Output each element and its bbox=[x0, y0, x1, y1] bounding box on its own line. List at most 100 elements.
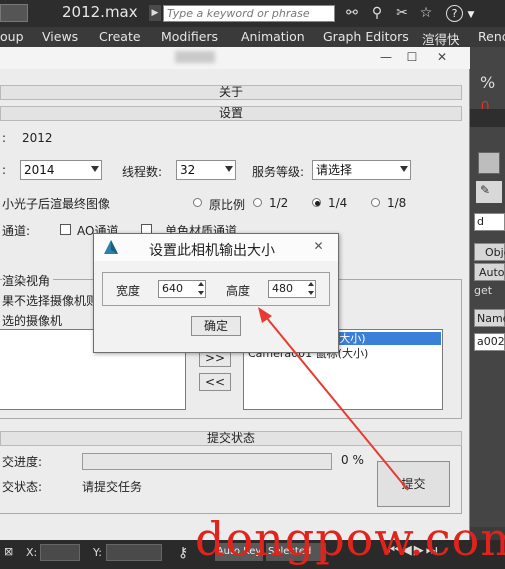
height-label: 高度 bbox=[226, 284, 251, 298]
search-input[interactable]: Type a keyword or phrase bbox=[163, 5, 335, 22]
object-name-text: a002 bbox=[477, 335, 505, 348]
ratio-label-1: 1/2 bbox=[269, 196, 289, 210]
spinner-up-icon[interactable] bbox=[308, 282, 314, 286]
menu-item-modifiers[interactable]: Modifiers bbox=[161, 29, 218, 44]
ratio-radio-3[interactable] bbox=[371, 198, 380, 207]
progress-value: 0 % bbox=[341, 453, 364, 467]
section-settings[interactable]: 设置 bbox=[0, 106, 462, 121]
menu-item-views[interactable]: Views bbox=[42, 29, 78, 44]
version-value: 2012 bbox=[22, 131, 53, 145]
threads-value: 32 bbox=[180, 163, 196, 177]
photon-label: 小光子后渲最终图像 bbox=[2, 197, 111, 211]
camera-output-size-dialog: 设置此相机输出大小 ✕ 宽度 640 高度 480 确定 bbox=[93, 233, 339, 353]
search-arrow-icon[interactable]: ▶ bbox=[149, 5, 161, 21]
menu-item-render-plugin[interactable]: 渲得快 bbox=[422, 29, 460, 48]
watermark-text: dongpow.com bbox=[195, 512, 505, 566]
dialog-close-button[interactable]: ✕ bbox=[306, 237, 331, 255]
x-coordinate-field[interactable] bbox=[40, 544, 80, 561]
minimize-button[interactable]: — bbox=[374, 49, 398, 65]
lights-icon[interactable]: ✎ bbox=[476, 181, 502, 203]
ao-checkbox[interactable] bbox=[60, 224, 71, 235]
version-label: : bbox=[2, 131, 7, 145]
binoculars-icon[interactable]: ⚯ bbox=[342, 4, 362, 22]
ratio-radio-2[interactable] bbox=[312, 198, 321, 207]
section-about[interactable]: 关于 bbox=[0, 85, 462, 100]
create-tab[interactable] bbox=[478, 152, 500, 174]
object-name-field[interactable]: a002 bbox=[474, 333, 505, 351]
app-menu-button[interactable] bbox=[0, 4, 28, 22]
star-icon[interactable]: ☆ bbox=[416, 4, 436, 22]
tool-icon[interactable]: ⚲ bbox=[367, 4, 387, 22]
key-icon[interactable]: ⚷ bbox=[178, 545, 188, 561]
auto-grid-label: Auto bbox=[479, 266, 505, 279]
spinner-down-icon[interactable] bbox=[308, 291, 314, 295]
auto-grid-checkbox[interactable]: Auto bbox=[474, 263, 505, 281]
progress-label: 交进度: bbox=[2, 455, 43, 469]
menu-item-graph-editors[interactable]: Graph Editors bbox=[323, 29, 409, 44]
command-panel: % ∩ ✎ d Obje Auto get Name a002 bbox=[470, 47, 505, 527]
help-icon: ? bbox=[446, 5, 463, 22]
menu-item-group[interactable]: oup bbox=[0, 29, 24, 44]
menu-item-animation[interactable]: Animation bbox=[241, 29, 305, 44]
blurred-title bbox=[175, 51, 215, 63]
service-level-value: 请选择 bbox=[316, 163, 353, 177]
help-button[interactable]: ? ▼ bbox=[446, 4, 476, 22]
chevron-down-icon bbox=[400, 166, 408, 172]
x-label: X: bbox=[26, 546, 38, 559]
render-view-label: 渲染视角 bbox=[2, 272, 54, 289]
width-label: 宽度 bbox=[116, 284, 141, 298]
menu-item-create[interactable]: Create bbox=[99, 29, 141, 44]
close-button[interactable]: ✕ bbox=[430, 49, 454, 65]
submit-button[interactable]: 提交 bbox=[377, 461, 450, 507]
menu-item-rendering[interactable]: Renc bbox=[478, 29, 505, 44]
spinner-down-icon[interactable] bbox=[198, 291, 204, 295]
lock-icon[interactable]: ⊠ bbox=[4, 545, 13, 558]
threads-label: 线程数: bbox=[122, 165, 163, 179]
name-color-label: Name bbox=[477, 312, 505, 325]
service-level-label: 服务等级: bbox=[252, 165, 305, 179]
object-type-label: Obje bbox=[485, 246, 505, 259]
file-title: 2012.max bbox=[62, 3, 138, 21]
maximize-button[interactable]: ☐ bbox=[400, 49, 424, 65]
software-version-value: 2014 bbox=[24, 163, 55, 177]
progress-bar bbox=[82, 453, 332, 470]
ok-button[interactable]: 确定 bbox=[191, 316, 241, 336]
subscription-icon[interactable]: ✂ bbox=[392, 4, 412, 22]
ratio-label-3: 1/8 bbox=[387, 196, 407, 210]
move-left-button[interactable]: << bbox=[199, 373, 231, 391]
dialog-title: 设置此相机输出大小 bbox=[149, 243, 275, 259]
height-spinner[interactable]: 480 bbox=[268, 280, 316, 298]
software-label: : bbox=[2, 163, 7, 177]
app-logo-icon bbox=[102, 239, 120, 256]
dialog-header: 设置此相机输出大小 ✕ bbox=[94, 234, 338, 261]
threads-select[interactable]: 32 bbox=[176, 160, 236, 180]
chevron-down-icon: ▼ bbox=[467, 10, 475, 20]
name-color-rollout[interactable]: Name bbox=[474, 309, 505, 327]
panel-divider bbox=[470, 109, 505, 127]
ratio-radio-1[interactable] bbox=[253, 198, 262, 207]
software-version-select[interactable]: 2014 bbox=[20, 160, 102, 180]
no-camera-note: 果不选择摄像机则 bbox=[2, 294, 99, 308]
selected-camera-label: 选的摄像机 bbox=[2, 314, 63, 328]
width-spinner[interactable]: 640 bbox=[158, 280, 206, 298]
object-type-button[interactable]: Obje bbox=[474, 243, 505, 261]
window-header: — ☐ ✕ bbox=[0, 47, 470, 69]
chevron-down-icon bbox=[91, 166, 99, 172]
channel-label: 通道: bbox=[2, 224, 31, 238]
ratio-label-0: 原比例 bbox=[209, 198, 246, 212]
target-label: get bbox=[474, 284, 493, 297]
state-label: 交状态: bbox=[2, 480, 43, 494]
name-field[interactable]: d bbox=[474, 213, 505, 231]
percent-snap-toggle[interactable]: % bbox=[480, 73, 495, 92]
spinner-up-icon[interactable] bbox=[198, 282, 204, 286]
ratio-label-2: 1/4 bbox=[328, 196, 348, 210]
menu-bar: oup Views Create Modifiers Animation Gra… bbox=[0, 27, 505, 47]
y-coordinate-field[interactable] bbox=[106, 544, 162, 561]
ratio-radio-0[interactable] bbox=[193, 198, 202, 207]
y-label: Y: bbox=[93, 546, 102, 559]
section-submit-status[interactable]: 提交状态 bbox=[0, 431, 462, 446]
service-level-select[interactable]: 请选择 bbox=[312, 160, 411, 180]
height-value: 480 bbox=[272, 282, 293, 295]
chevron-down-icon bbox=[225, 166, 233, 172]
state-value: 请提交任务 bbox=[82, 480, 143, 494]
